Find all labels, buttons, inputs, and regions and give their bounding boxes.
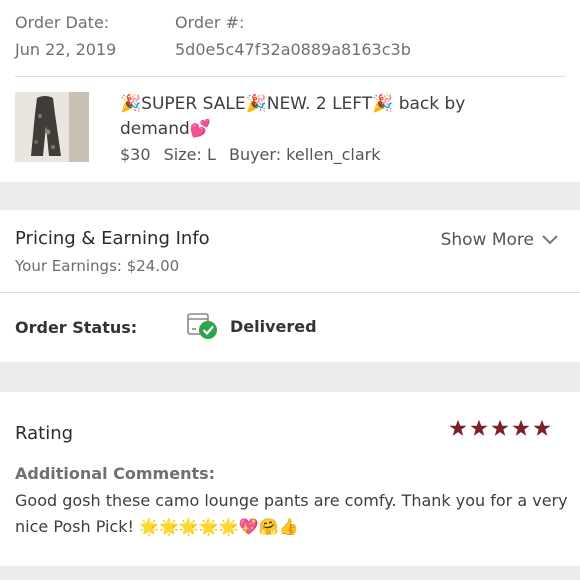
order-status-label: Order Status: xyxy=(15,318,138,337)
rating-stars xyxy=(449,419,551,437)
item-buyer: Buyer: kellen_clark xyxy=(228,145,381,164)
earnings-value: Your Earnings: $24.00 xyxy=(15,257,180,275)
comments-label: Additional Comments: xyxy=(15,464,216,483)
item-title[interactable]: 🎉SUPER SALE🎉NEW. 2 LEFT🎉 back by demand💕 xyxy=(120,92,560,142)
show-more-button[interactable]: Show More xyxy=(441,230,558,250)
pricing-title: Pricing & Earning Info xyxy=(15,228,210,249)
chevron-down-icon xyxy=(542,230,558,250)
order-date-value: Jun 22, 2019 xyxy=(15,40,117,59)
item-title-line1: 🎉SUPER SALE🎉NEW. 2 LEFT🎉 back by xyxy=(120,94,466,114)
star-icon xyxy=(491,419,509,436)
star-icon xyxy=(470,419,488,436)
header-divider xyxy=(15,76,565,77)
order-status-value: Delivered xyxy=(230,317,317,336)
rating-label: Rating xyxy=(15,423,74,444)
order-header: Order Date: Jun 22, 2019 Order #: 5d0e5c… xyxy=(0,0,580,182)
section-gap-2 xyxy=(0,362,580,392)
item-meta: $30 Size: L Buyer: kellen_clark xyxy=(120,145,388,164)
order-number-value: 5d0e5c47f32a0889a8163c3b xyxy=(175,40,411,59)
star-icon xyxy=(533,419,551,436)
order-date-label: Order Date: xyxy=(15,13,110,32)
section-gap xyxy=(0,182,580,210)
pricing-section: Pricing & Earning Info Your Earnings: $2… xyxy=(0,210,580,292)
order-number-label: Order #: xyxy=(175,13,245,32)
delivered-box-check-icon xyxy=(186,310,220,346)
item-size: Size: L xyxy=(163,145,216,164)
item-price: $30 xyxy=(120,145,151,164)
item-thumbnail[interactable] xyxy=(15,92,89,162)
star-icon xyxy=(449,419,467,436)
section-gap-3 xyxy=(0,566,580,580)
comments-text: Good gosh these camo lounge pants are co… xyxy=(15,491,568,536)
item-title-line2: demand💕 xyxy=(120,119,211,139)
star-icon xyxy=(512,419,530,436)
show-more-label: Show More xyxy=(440,230,534,250)
